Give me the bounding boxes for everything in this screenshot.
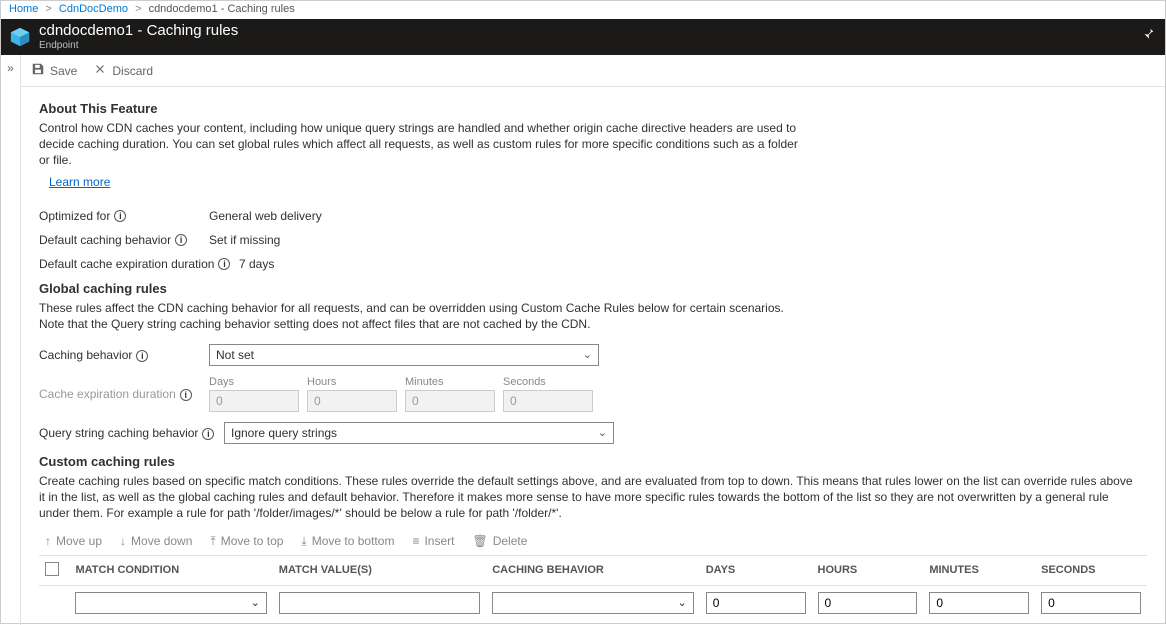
info-icon[interactable]: i — [175, 234, 187, 246]
save-icon — [31, 62, 45, 79]
info-icon[interactable]: i — [202, 428, 214, 440]
custom-body: Create caching rules based on specific m… — [39, 473, 1139, 522]
breadcrumb: Home > CdnDocDemo > cdndocdemo1 - Cachin… — [1, 1, 1165, 19]
chevron-down-icon: ⌄ — [583, 348, 592, 361]
default-expiration-value: 7 days — [239, 257, 274, 271]
col-days: DAYS — [700, 555, 812, 585]
minutes-label: Minutes — [405, 376, 495, 388]
page-subtitle: Endpoint — [39, 40, 238, 51]
optimized-for-label: Optimized fori — [39, 209, 209, 223]
move-up-button[interactable]: ↑Move up — [45, 534, 102, 549]
caching-behavior-value: Not set — [216, 348, 254, 362]
insert-button[interactable]: ≡Insert — [412, 534, 454, 549]
col-minutes: MINUTES — [923, 555, 1035, 585]
col-match: MATCH CONDITION — [69, 555, 272, 585]
default-behavior-label: Default caching behaviori — [39, 233, 209, 247]
table-row: ⌄ ⌄ — [39, 585, 1147, 620]
pin-icon[interactable] — [1141, 27, 1155, 44]
move-bottom-button[interactable]: ⤓Move to bottom — [301, 534, 394, 549]
days-input[interactable] — [209, 390, 299, 412]
row-seconds-input[interactable] — [1041, 592, 1141, 614]
discard-label: Discard — [112, 64, 153, 78]
seconds-input[interactable] — [503, 390, 593, 412]
header-bar: cdndocdemo1 - Caching rules Endpoint — [1, 19, 1165, 55]
custom-heading: Custom caching rules — [39, 454, 1147, 469]
rules-toolbar: ↑Move up ↓Move down ⤒Move to top ⤓Move t… — [45, 534, 1147, 549]
days-label: Days — [209, 376, 299, 388]
minutes-input[interactable] — [405, 390, 495, 412]
col-values: MATCH VALUE(S) — [273, 555, 486, 585]
default-behavior-value: Set if missing — [209, 233, 280, 247]
about-body: Control how CDN caches your content, inc… — [39, 120, 799, 169]
col-seconds: SECONDS — [1035, 555, 1147, 585]
rules-table: MATCH CONDITION MATCH VALUE(S) CACHING B… — [39, 555, 1147, 620]
insert-icon: ≡ — [412, 534, 419, 548]
row-match-select[interactable]: ⌄ — [75, 592, 266, 614]
breadcrumb-sep: > — [135, 3, 141, 15]
breadcrumb-home[interactable]: Home — [9, 3, 38, 15]
seconds-label: Seconds — [503, 376, 593, 388]
chevron-down-icon: ⌄ — [598, 426, 607, 439]
chevron-down-icon: ⌄ — [677, 596, 686, 609]
hours-label: Hours — [307, 376, 397, 388]
info-icon[interactable]: i — [218, 258, 230, 270]
info-icon[interactable]: i — [180, 389, 192, 401]
row-values-input[interactable] — [279, 592, 480, 614]
cache-expiration-label: Cache expiration durationi — [39, 387, 209, 401]
about-heading: About This Feature — [39, 101, 1147, 116]
move-top-button[interactable]: ⤒Move to top — [210, 534, 283, 549]
caching-behavior-select[interactable]: Not set ⌄ — [209, 344, 599, 366]
query-string-label: Query string caching behaviori — [39, 426, 224, 440]
breadcrumb-sep: > — [45, 3, 51, 15]
select-all-checkbox[interactable] — [45, 562, 59, 576]
query-string-select[interactable]: Ignore query strings ⌄ — [224, 422, 614, 444]
breadcrumb-demo[interactable]: CdnDocDemo — [59, 3, 128, 15]
info-icon[interactable]: i — [136, 350, 148, 362]
arrow-up-icon: ↑ — [45, 534, 51, 548]
save-label: Save — [50, 64, 77, 78]
row-days-input[interactable] — [706, 592, 806, 614]
left-rail-expand[interactable]: » — [1, 55, 21, 625]
learn-more-link[interactable]: Learn more — [49, 175, 110, 189]
info-icon[interactable]: i — [114, 210, 126, 222]
command-bar: Save Discard — [21, 55, 1165, 87]
optimized-for-value: General web delivery — [209, 209, 322, 223]
caching-behavior-label: Caching behaviori — [39, 348, 209, 362]
delete-button[interactable]: 🗑Delete — [472, 534, 527, 549]
arrow-down-icon: ↓ — [120, 534, 126, 548]
trash-icon: 🗑 — [472, 534, 487, 548]
col-hours: HOURS — [812, 555, 924, 585]
breadcrumb-current: cdndocdemo1 - Caching rules — [149, 3, 295, 15]
discard-button[interactable]: Discard — [93, 62, 153, 79]
default-expiration-label: Default cache expiration durationi — [39, 257, 239, 271]
hours-input[interactable] — [307, 390, 397, 412]
col-behavior: CACHING BEHAVIOR — [486, 555, 699, 585]
global-heading: Global caching rules — [39, 281, 1147, 296]
discard-icon — [93, 62, 107, 79]
save-button[interactable]: Save — [31, 62, 77, 79]
global-body: These rules affect the CDN caching behav… — [39, 300, 799, 332]
chevron-down-icon: ⌄ — [251, 596, 260, 609]
move-down-button[interactable]: ↓Move down — [120, 534, 192, 549]
endpoint-cube-icon — [9, 26, 31, 48]
query-string-value: Ignore query strings — [231, 426, 337, 440]
page-title: cdndocdemo1 - Caching rules — [39, 23, 238, 40]
arrow-top-icon: ⤒ — [210, 534, 215, 549]
row-minutes-input[interactable] — [929, 592, 1029, 614]
arrow-bottom-icon: ⤓ — [301, 534, 306, 549]
row-behavior-select[interactable]: ⌄ — [492, 592, 693, 614]
row-hours-input[interactable] — [818, 592, 918, 614]
chevron-right-icon: » — [7, 61, 14, 625]
